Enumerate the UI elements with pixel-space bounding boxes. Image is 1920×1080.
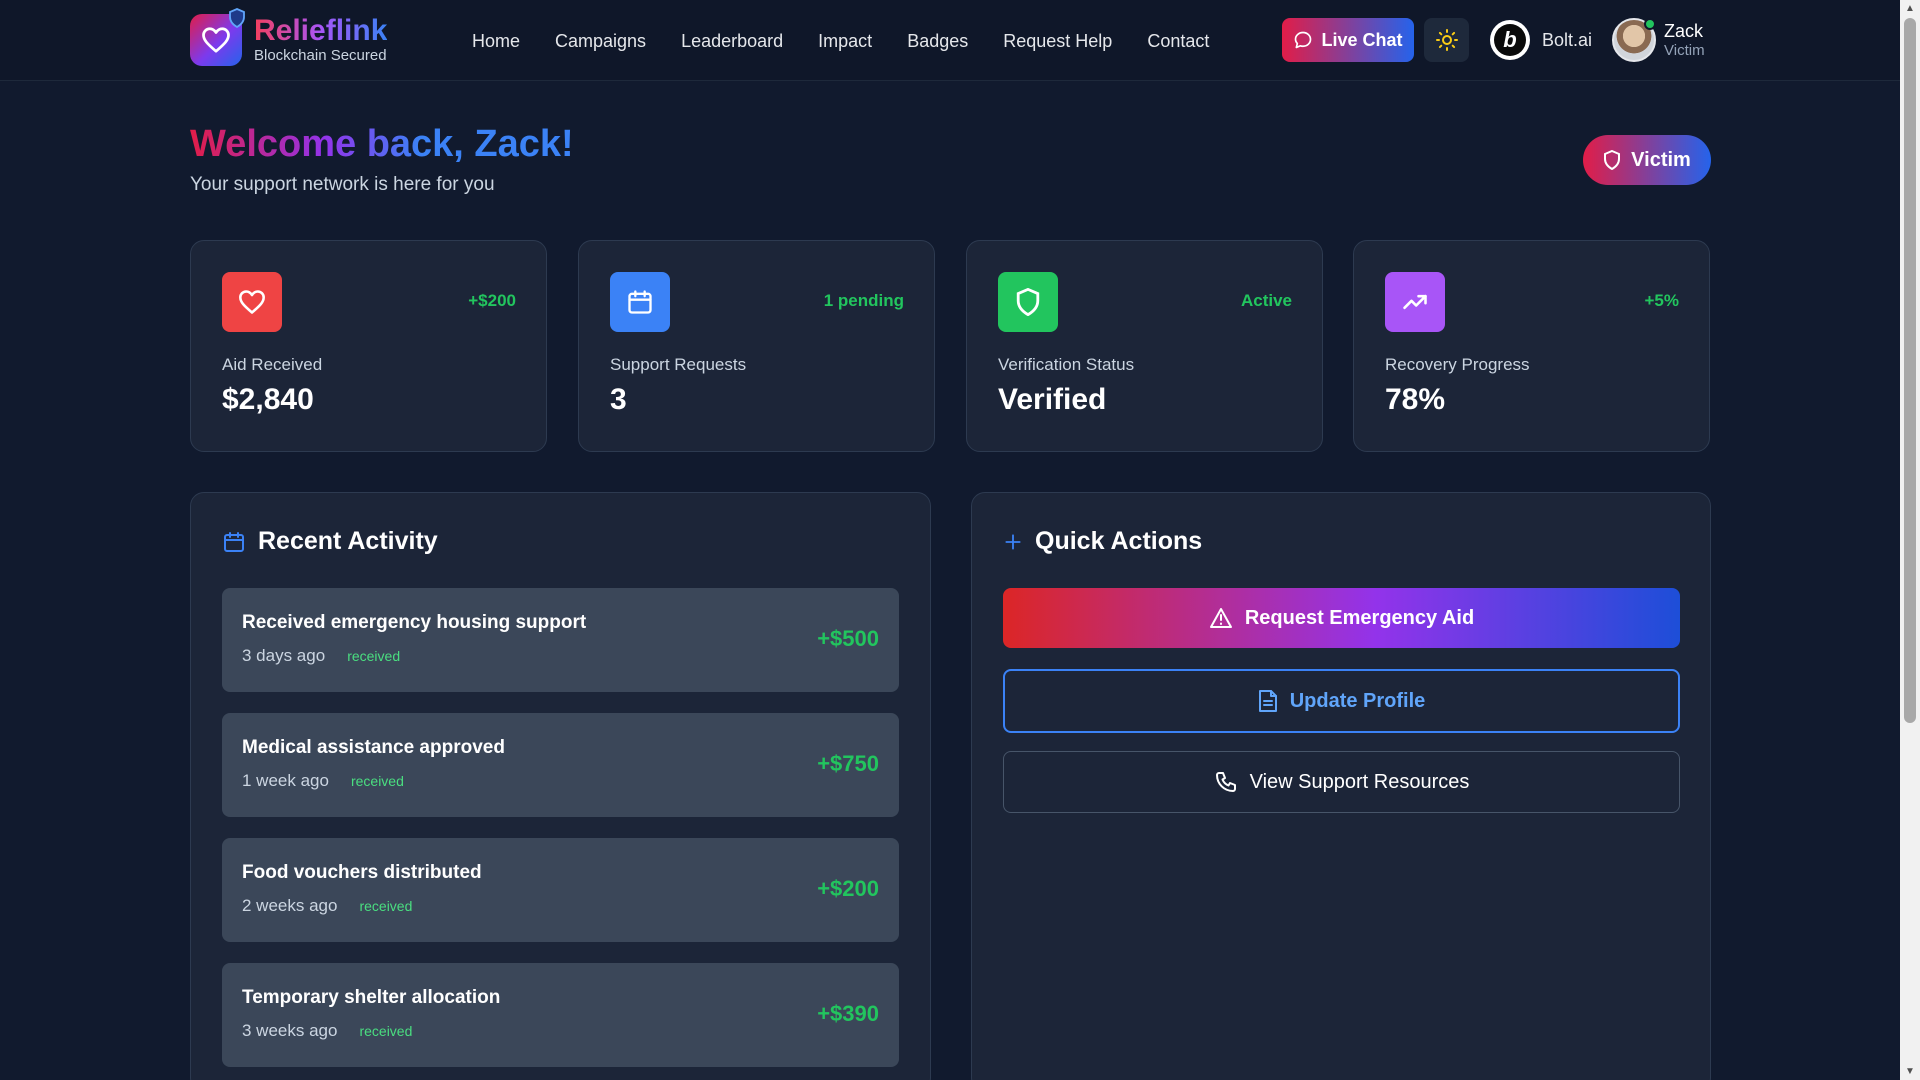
- stat-card-aid-received: +$200 Aid Received $2,840: [190, 240, 547, 452]
- status-badge: received: [350, 773, 404, 789]
- page-title: Welcome back, Zack!: [190, 120, 574, 168]
- stat-value: 3: [610, 383, 627, 416]
- stat-value: Verified: [998, 383, 1107, 416]
- stat-card-support-requests: 1 pending Support Requests 3: [578, 240, 935, 452]
- scroll-up-arrow-icon[interactable]: ▲: [1900, 0, 1920, 17]
- brand-logo[interactable]: Relieflink Blockchain Secured: [190, 8, 388, 66]
- bolt-badge[interactable]: b Bolt.ai: [1490, 20, 1592, 60]
- stat-value: 78%: [1385, 383, 1446, 416]
- activity-amount: +$750: [817, 751, 879, 776]
- shield-icon: [998, 272, 1058, 332]
- heart-icon: [222, 272, 282, 332]
- stat-card-recovery: +5% Recovery Progress 78%: [1353, 240, 1710, 452]
- request-emergency-aid-button[interactable]: Request Emergency Aid: [1003, 588, 1680, 648]
- stat-label: Recovery Progress: [1385, 355, 1530, 374]
- top-navbar: Relieflink Blockchain Secured Home Campa…: [0, 0, 1900, 81]
- bolt-logo-icon: b: [1490, 20, 1530, 60]
- stat-change-badge: +$200: [468, 291, 516, 310]
- document-icon: [1258, 690, 1277, 712]
- stat-label: Aid Received: [222, 355, 323, 374]
- list-item[interactable]: Received emergency housing support 3 day…: [222, 588, 899, 692]
- shield-badge-icon: [229, 8, 245, 28]
- stat-card-verification: Active Verification Status Verified: [966, 240, 1323, 452]
- nav-badges[interactable]: Badges: [907, 28, 968, 54]
- update-profile-button[interactable]: Update Profile: [1003, 669, 1680, 733]
- status-badge: received: [359, 1023, 413, 1039]
- stat-status-badge: Active: [1240, 291, 1292, 310]
- nav-campaigns[interactable]: Campaigns: [555, 28, 646, 54]
- live-chat-button[interactable]: Live Chat: [1282, 18, 1414, 62]
- plus-icon: [1005, 533, 1021, 550]
- activity-amount: +$200: [817, 876, 879, 901]
- stat-label: Verification Status: [998, 355, 1135, 374]
- status-badge: received: [347, 648, 401, 664]
- trending-up-icon: [1385, 272, 1445, 332]
- activity-title: Received emergency housing support: [242, 612, 587, 633]
- activity-title: Medical assistance approved: [242, 737, 505, 758]
- quick-actions-title: Quick Actions: [1035, 527, 1203, 555]
- stat-value: $2,840: [222, 383, 314, 416]
- live-chat-label: Live Chat: [1321, 29, 1403, 50]
- brand-tagline: Blockchain Secured: [254, 47, 387, 64]
- calendar-icon: [224, 531, 244, 552]
- nav-contact[interactable]: Contact: [1147, 28, 1209, 54]
- quick-actions-heading: Quick Actions: [1003, 527, 1202, 556]
- scroll-thumb[interactable]: [1904, 18, 1916, 723]
- nav-impact[interactable]: Impact: [818, 28, 872, 54]
- role-badge: Victim: [1583, 135, 1711, 185]
- online-status-dot: [1644, 18, 1656, 30]
- list-item[interactable]: Medical assistance approved 1 week ago r…: [222, 713, 899, 817]
- activity-time: 3 weeks ago: [242, 1021, 338, 1040]
- activity-amount: +$390: [817, 1001, 879, 1026]
- stat-label: Support Requests: [610, 355, 747, 374]
- page-scrollbar[interactable]: ▲ ▼: [1900, 0, 1920, 1080]
- quick-actions-panel: Quick Actions Request Emergency Aid Upda…: [971, 492, 1711, 1080]
- shield-icon: [1604, 150, 1621, 170]
- scroll-down-arrow-icon[interactable]: ▼: [1900, 1063, 1920, 1080]
- view-support-resources-label: View Support Resources: [1249, 770, 1470, 793]
- page-subtitle: Your support network is here for you: [190, 174, 495, 195]
- avatar: [1612, 18, 1656, 62]
- activity-time: 2 weeks ago: [242, 896, 338, 915]
- status-badge: received: [359, 898, 413, 914]
- stat-pending-badge: 1 pending: [823, 291, 904, 310]
- request-emergency-aid-label: Request Emergency Aid: [1244, 606, 1475, 629]
- nav-leaderboard[interactable]: Leaderboard: [681, 28, 783, 54]
- activity-title: Food vouchers distributed: [242, 862, 482, 883]
- update-profile-label: Update Profile: [1289, 689, 1426, 712]
- activity-title: Temporary shelter allocation: [242, 987, 501, 1008]
- list-item[interactable]: Food vouchers distributed 2 weeks ago re…: [222, 838, 899, 942]
- activity-time: 1 week ago: [242, 771, 329, 790]
- user-name: Zack: [1664, 21, 1704, 41]
- nav-home[interactable]: Home: [472, 28, 520, 54]
- role-badge-label: Victim: [1631, 148, 1691, 171]
- stat-change-badge: +5%: [1644, 291, 1680, 310]
- main-nav: Home Campaigns Leaderboard Impact Badges…: [472, 28, 1244, 54]
- brand-name: Relieflink: [254, 14, 388, 47]
- chat-bubble-icon: [1295, 31, 1312, 49]
- recent-activity-panel: Recent Activity Received emergency housi…: [190, 492, 931, 1080]
- theme-toggle-button[interactable]: [1424, 18, 1469, 62]
- recent-activity-title: Recent Activity: [258, 527, 438, 555]
- user-role: Victim: [1664, 42, 1705, 59]
- warning-triangle-icon: [1209, 608, 1232, 628]
- list-item[interactable]: Temporary shelter allocation 3 weeks ago…: [222, 963, 899, 1067]
- phone-icon: [1215, 772, 1236, 792]
- activity-time: 3 days ago: [242, 646, 326, 665]
- recent-activity-heading: Recent Activity: [222, 527, 438, 556]
- view-support-resources-button[interactable]: View Support Resources: [1003, 751, 1680, 813]
- calendar-icon: [610, 272, 670, 332]
- bolt-label: Bolt.ai: [1542, 29, 1593, 50]
- activity-amount: +$500: [817, 626, 879, 651]
- heart-logo-icon: [190, 8, 245, 66]
- user-menu[interactable]: Zack Victim: [1612, 18, 1705, 62]
- nav-request-help[interactable]: Request Help: [1003, 28, 1112, 54]
- sun-icon: [1435, 29, 1458, 51]
